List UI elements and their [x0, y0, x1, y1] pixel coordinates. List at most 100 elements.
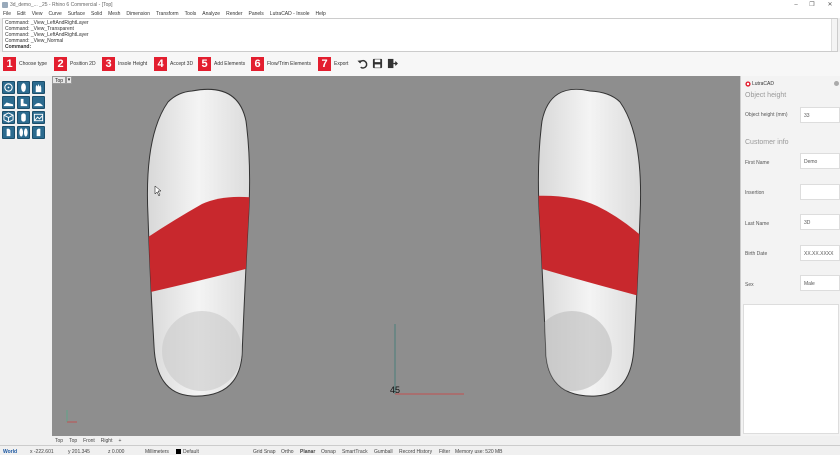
insertion-label: Insertion	[745, 190, 765, 196]
right-insole[interactable]	[532, 88, 647, 397]
grid-snap-toggle[interactable]: Grid Snap	[253, 449, 276, 455]
menu-tools[interactable]: Tools	[185, 11, 197, 17]
step-number: 5	[198, 57, 211, 71]
menu-file[interactable]: File	[3, 11, 11, 17]
step-label: Position 2D	[70, 61, 96, 67]
step-number: 1	[3, 57, 16, 71]
memory-usage: Memory use: 520 MB	[455, 449, 503, 455]
y-coordinate: y 201.345	[68, 449, 90, 455]
left-insole[interactable]	[142, 88, 257, 397]
foot-pad-tool[interactable]	[32, 81, 45, 94]
step-label: Flow/Trim Elements	[267, 61, 311, 67]
viewport-dropdown-icon[interactable]: ▾	[66, 76, 72, 84]
menu-lutracad-insole[interactable]: LutraCAD - Insole	[270, 11, 310, 17]
close-button[interactable]: ✕	[826, 1, 834, 9]
cplane-indicator[interactable]: World	[3, 449, 17, 455]
record-history-toggle[interactable]: Record History	[399, 449, 432, 455]
exit-icon[interactable]	[387, 58, 398, 69]
first-name-label: First Name	[745, 160, 770, 166]
planar-toggle[interactable]: Planar	[300, 449, 315, 455]
last-name-input[interactable]: 3D	[800, 214, 840, 230]
command-scrollbar[interactable]	[831, 19, 837, 51]
step-number: 7	[318, 57, 331, 71]
menu-help[interactable]: Help	[316, 11, 326, 17]
left-foot-tool[interactable]	[2, 126, 15, 139]
menu-edit[interactable]: Edit	[17, 11, 26, 17]
heel-profile-tool[interactable]	[17, 96, 30, 109]
step-accept-3d-button[interactable]: 4 Accept 3D	[154, 57, 193, 71]
menu-view[interactable]: View	[32, 11, 43, 17]
step-insole-height-button[interactable]: 3 Insole Height	[102, 57, 147, 71]
smarttrack-toggle[interactable]: SmartTrack	[342, 449, 368, 455]
hand-icon	[35, 83, 42, 93]
menu-transform[interactable]: Transform	[156, 11, 179, 17]
undo-icon[interactable]	[357, 58, 368, 69]
customer-info-header: Customer info	[745, 139, 789, 146]
top-viewport[interactable]: 45	[52, 76, 740, 436]
current-layer[interactable]: Default	[183, 449, 199, 455]
sex-label: Sex	[745, 282, 754, 288]
step-add-elements-button[interactable]: 5 Add Elements	[198, 57, 245, 71]
step-number: 4	[154, 57, 167, 71]
birth-date-input[interactable]: XX.XX.XXXX	[800, 245, 840, 261]
panel-options-icon[interactable]	[834, 81, 839, 86]
insole-element-tool[interactable]	[17, 111, 30, 124]
object-height-input[interactable]: 33	[800, 107, 840, 123]
tab-right[interactable]: Right	[101, 438, 113, 444]
insertion-input[interactable]	[800, 184, 840, 200]
first-name-input[interactable]: Demo	[800, 153, 840, 169]
menu-dimension[interactable]: Dimension	[126, 11, 150, 17]
foot-outline-tool[interactable]	[2, 81, 15, 94]
filter-toggle[interactable]: Filter	[439, 449, 450, 455]
dimension-label: 45	[390, 385, 401, 395]
menu-panels[interactable]: Panels	[249, 11, 264, 17]
viewport-title-tab[interactable]: Top	[52, 76, 67, 84]
step-export-button[interactable]: 7 Export	[318, 57, 348, 71]
arch-profile-tool[interactable]	[32, 96, 45, 109]
step-label: Add Elements	[214, 61, 246, 67]
feet-icon	[19, 128, 28, 137]
save-icon[interactable]	[372, 58, 383, 69]
step-flow-trim-elements-button[interactable]: 6 Flow/Trim Elements	[251, 57, 311, 71]
both-feet-tool[interactable]	[17, 126, 30, 139]
menu-analyze[interactable]: Analyze	[202, 11, 220, 17]
cube-icon	[3, 112, 14, 123]
menu-surface[interactable]: Surface	[68, 11, 85, 17]
tab-front[interactable]: Front	[83, 438, 95, 444]
insole-models	[66, 88, 647, 423]
rhino-app-icon	[2, 2, 8, 8]
ortho-toggle[interactable]: Ortho	[281, 449, 294, 455]
status-bar: World x -222.601 y 201.345 z 0.000 Milli…	[0, 445, 840, 455]
step-choose-type-button[interactable]: 1 Choose type	[3, 57, 47, 71]
add-viewport-tab-button[interactable]: +	[118, 438, 121, 444]
menu-bar: File Edit View Curve Surface Solid Mesh …	[0, 10, 840, 18]
osnap-toggle[interactable]: Osnap	[321, 449, 336, 455]
units-indicator[interactable]: Millimeters	[145, 449, 169, 455]
workflow-toolbar: 1 Choose type 2 Position 2D 3 Insole Hei…	[0, 52, 840, 76]
side-profile-tool[interactable]	[2, 96, 15, 109]
layer-color-swatch	[176, 449, 181, 454]
menu-mesh[interactable]: Mesh	[108, 11, 120, 17]
birth-date-label: Birth Date	[745, 251, 768, 257]
tab-top[interactable]: Top	[55, 438, 63, 444]
command-prompt[interactable]: Command:	[5, 44, 31, 50]
tab-top-2[interactable]: Top	[69, 438, 77, 444]
menu-solid[interactable]: Solid	[91, 11, 102, 17]
gumball-toggle[interactable]: Gumball	[374, 449, 393, 455]
image-tool[interactable]	[32, 111, 45, 124]
lutracad-panel: LutraCAD Object height Object height (mm…	[740, 76, 840, 436]
insole-shape-tool[interactable]	[17, 81, 30, 94]
insole-pad-icon	[21, 113, 26, 122]
cube-tool[interactable]	[2, 111, 15, 124]
menu-curve[interactable]: Curve	[48, 11, 61, 17]
maximize-button[interactable]: ❐	[808, 1, 816, 9]
preview-area	[743, 304, 839, 434]
right-foot-tool[interactable]	[32, 126, 45, 139]
foot-right-icon	[36, 128, 41, 137]
step-position-2d-button[interactable]: 2 Position 2D	[54, 57, 96, 71]
command-history[interactable]: Command: _View_LeftAndRightLayer Command…	[2, 18, 838, 52]
minimize-button[interactable]: –	[792, 1, 800, 9]
step-label: Export	[334, 61, 349, 67]
menu-render[interactable]: Render	[226, 11, 242, 17]
sex-select[interactable]: Male	[800, 275, 840, 291]
